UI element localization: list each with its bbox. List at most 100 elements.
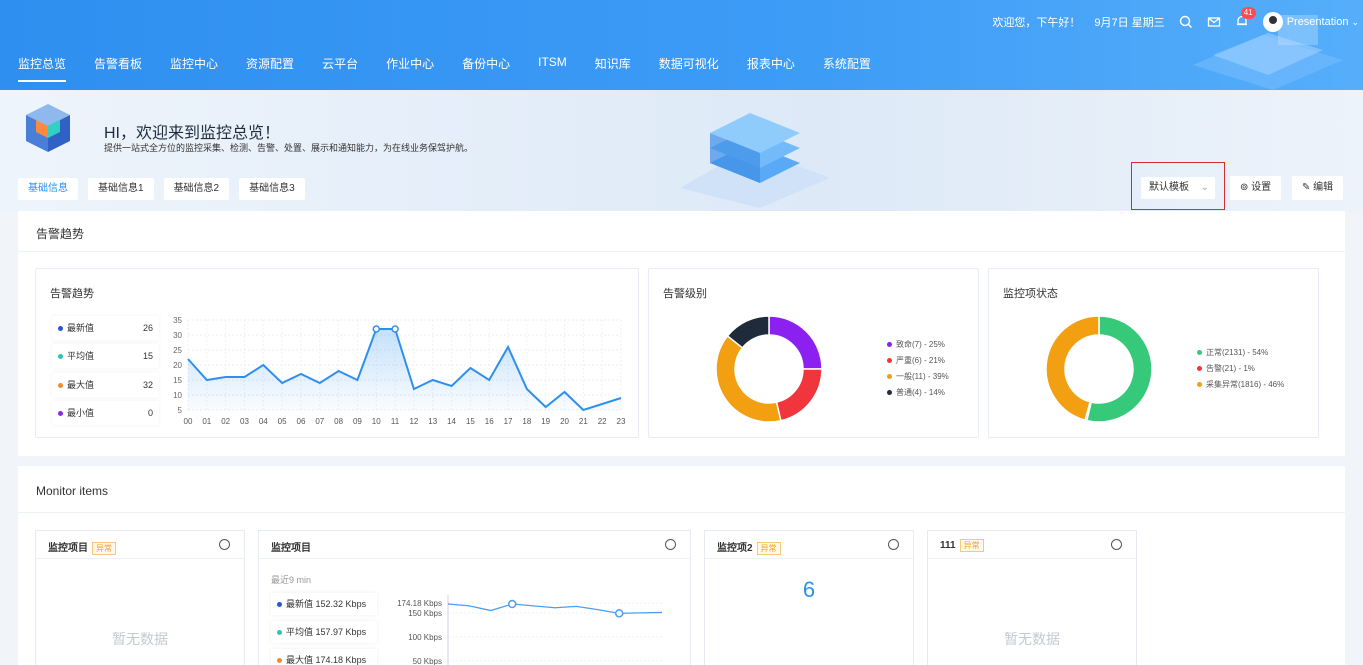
- settings-button[interactable]: ⊚ 设置: [1230, 176, 1282, 200]
- nav-item-resource-config[interactable]: 资源配置: [246, 55, 294, 82]
- x-tick-label: 06: [297, 417, 306, 426]
- y-tick-label: 100 Kbps: [408, 633, 442, 642]
- history-icon[interactable]: [888, 539, 899, 550]
- y-tick-label: 50 Kbps: [413, 657, 442, 665]
- empty-text: 暂无数据: [112, 631, 168, 647]
- latest-point: [614, 609, 624, 618]
- x-tick-label: 02: [221, 417, 230, 426]
- x-tick-label: 09: [353, 417, 362, 426]
- history-icon[interactable]: [1111, 539, 1122, 550]
- gear-icon: ⊚: [1240, 182, 1249, 193]
- trend-point: [391, 325, 399, 333]
- x-tick-label: 05: [278, 417, 287, 426]
- history-icon[interactable]: [665, 539, 676, 550]
- banner-title: HI，欢迎来到监控总览！: [104, 125, 281, 142]
- x-tick-label: 01: [202, 417, 211, 426]
- settings-label: 设置: [1251, 182, 1272, 193]
- trend-point: [372, 325, 381, 333]
- template-select-value: 默认模板: [1149, 182, 1189, 193]
- search-icon[interactable]: [1179, 15, 1193, 29]
- legend-item: 正常(2131) - 54%: [1197, 345, 1284, 361]
- nav-item-backup[interactable]: 备份中心: [462, 55, 510, 82]
- legend-item: 致命(7) - 25%: [887, 337, 949, 353]
- user-menu[interactable]: Presentation ⌄: [1262, 12, 1359, 32]
- mail-icon[interactable]: [1207, 15, 1221, 29]
- alert-level-card: 告警级别 致命(7) - 25% 严重(6) - 21% 一般(11) - 39…: [648, 268, 979, 438]
- kbps-line: [447, 603, 663, 615]
- y-tick-label: 150 Kbps: [408, 609, 442, 618]
- recent-label: 最近9 min: [271, 575, 312, 585]
- nav-item-job-center[interactable]: 作业中心: [386, 55, 434, 82]
- nav-item-overview[interactable]: 监控总览: [18, 55, 67, 82]
- tab-basic-info-2[interactable]: 基础信息2: [163, 178, 230, 200]
- kbps-line-chart: 174.18 Kbps150 Kbps 100 Kbps 50 Kbps: [397, 595, 663, 665]
- stat-max: 最大值 174.18 Kbps: [271, 649, 377, 665]
- x-tick-label: 20: [560, 417, 569, 426]
- x-tick-label: 15: [466, 417, 475, 426]
- monitor-section-title: Monitor items: [36, 484, 109, 498]
- y-tick-label: 10: [173, 391, 182, 400]
- nav-item-system-config[interactable]: 系统配置: [823, 55, 871, 82]
- monitor-status-card: 监控项状态 正常(2131) - 54% 告警(21) - 1% 采集异常(18…: [988, 268, 1319, 438]
- x-tick-label: 03: [240, 417, 249, 426]
- legend-item: 告警(21) - 1%: [1197, 361, 1284, 377]
- x-tick-label: 11: [391, 417, 400, 426]
- alert-trend-title: 告警趋势: [50, 288, 94, 300]
- nav-item-monitor-center[interactable]: 监控中心: [170, 55, 218, 82]
- legend-item: 普通(4) - 14%: [887, 385, 949, 401]
- status-badge: 异常: [92, 542, 116, 555]
- max-point: [507, 599, 517, 609]
- avatar: [1262, 12, 1283, 32]
- date-text: 9月7日 星期三: [1094, 17, 1165, 29]
- nav-item-alert-board[interactable]: 告警看板: [94, 55, 142, 82]
- alert-level-legend: 致命(7) - 25% 严重(6) - 21% 一般(11) - 39% 普通(…: [887, 337, 949, 401]
- monitor-status-title: 监控项状态: [1003, 288, 1058, 300]
- empty-text: 暂无数据: [1004, 631, 1060, 647]
- template-select-highlight: 默认模板 ⌄: [1131, 162, 1225, 210]
- monitor-card-title: 111: [940, 540, 956, 551]
- y-tick-label: 174.18 Kbps: [397, 599, 442, 608]
- chevron-down-icon: ⌄: [1351, 16, 1359, 27]
- edit-label: 编辑: [1313, 182, 1334, 193]
- nav-item-cloud[interactable]: 云平台: [322, 55, 358, 82]
- tab-basic-info-1[interactable]: 基础信息1: [88, 178, 154, 200]
- stat-average: 平均值 157.97 Kbps: [271, 621, 377, 643]
- top-header: 欢迎您，下午好！ 9月7日 星期三 41 Presentation ⌄ 监控总览…: [0, 0, 1363, 90]
- y-tick-label: 15: [173, 376, 182, 385]
- alert-level-donut: [715, 315, 823, 423]
- tab-basic-info-3[interactable]: 基础信息3: [239, 178, 305, 200]
- monitor-card-title: 监控项2: [717, 543, 753, 554]
- user-name: Presentation: [1286, 16, 1349, 28]
- alert-section-title: 告警趋势: [36, 227, 85, 241]
- nav-item-knowledge[interactable]: 知识库: [595, 55, 631, 82]
- notification-bell[interactable]: 41: [1235, 6, 1256, 31]
- x-tick-label: 17: [504, 417, 513, 426]
- nav-item-itsm[interactable]: ITSM: [538, 55, 567, 82]
- notification-badge: 41: [1240, 6, 1256, 19]
- x-tick-label: 23: [617, 417, 626, 426]
- template-select[interactable]: 默认模板 ⌄: [1141, 177, 1215, 199]
- tab-basic-info[interactable]: 基础信息: [18, 178, 78, 200]
- status-badge: 异常: [959, 539, 984, 552]
- pencil-icon: ✎: [1302, 182, 1311, 193]
- monitor-status-donut: [1045, 315, 1153, 423]
- x-tick-label: 14: [447, 417, 456, 426]
- history-icon[interactable]: [219, 539, 230, 550]
- x-tick-label: 00: [184, 417, 193, 426]
- nav-item-reports[interactable]: 报表中心: [747, 55, 795, 82]
- x-tick-label: 07: [315, 417, 324, 426]
- stat-max: 最大值 32: [52, 373, 159, 397]
- server-illustration: [680, 113, 830, 208]
- edit-button[interactable]: ✎ 编辑: [1292, 176, 1344, 200]
- donut-slice: [775, 368, 823, 422]
- info-tabs: 基础信息 基础信息1 基础信息2 基础信息3: [18, 178, 315, 200]
- chevron-down-icon: ⌄: [1200, 182, 1209, 193]
- alert-trend-chart: 5 10 15 20 25 30 35 00 01 02 03 04 05 06 07 08 09 10 11 12 1…: [173, 316, 626, 426]
- monitor-card-title: 监控项目: [48, 543, 88, 554]
- x-tick-label: 13: [428, 417, 437, 426]
- x-tick-label: 21: [579, 417, 588, 426]
- nav-item-visualization[interactable]: 数据可视化: [659, 55, 719, 82]
- monitor-card: 监控项2 异常 6: [704, 530, 914, 665]
- y-tick-label: 20: [173, 361, 182, 370]
- x-tick-label: 18: [522, 417, 531, 426]
